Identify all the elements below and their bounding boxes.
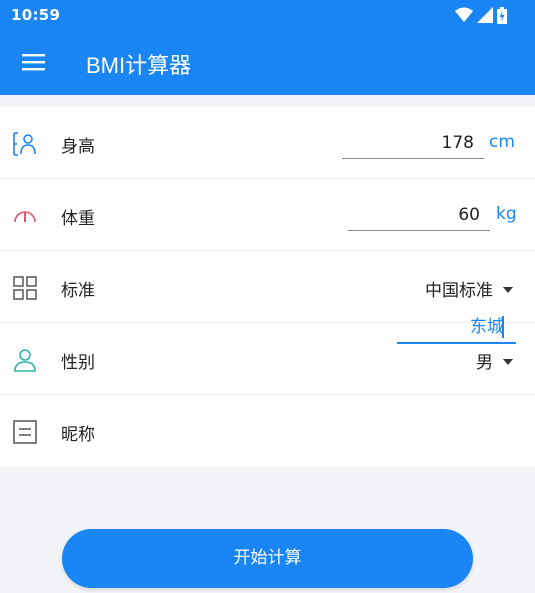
document-icon: [13, 420, 37, 444]
grid-icon: [13, 276, 37, 300]
chevron-down-icon: [503, 358, 513, 365]
weight-input[interactable]: 60: [348, 199, 490, 231]
app-bar: 10:59 BMI计算器: [0, 0, 535, 95]
weight-row: 体重 60 kg: [0, 179, 535, 251]
height-input[interactable]: 178: [342, 127, 484, 159]
gauge-icon: [14, 211, 36, 223]
height-label: 身高: [61, 137, 95, 157]
status-time: 10:59: [11, 6, 61, 24]
status-icons: [455, 6, 507, 24]
chevron-down-icon: [503, 286, 513, 293]
menu-icon[interactable]: [22, 52, 46, 72]
gender-value: 男: [476, 353, 493, 373]
nickname-label: 昵称: [61, 425, 95, 445]
wifi-icon: [455, 7, 473, 22]
status-bar: 10:59: [0, 0, 535, 30]
text-cursor: [502, 316, 504, 338]
standard-value: 中国标准: [425, 281, 493, 301]
height-person-icon: [13, 132, 36, 156]
signal-icon: [477, 7, 493, 23]
calculate-button[interactable]: 开始计算: [62, 529, 473, 588]
standard-dropdown[interactable]: 中国标准: [425, 276, 513, 301]
nickname-value: 东城: [470, 317, 504, 337]
standard-label: 标准: [61, 281, 95, 301]
nickname-input[interactable]: 东城: [397, 310, 516, 344]
bmi-form: 身高 178 cm 体重 60 kg 标准 中国标准 性别 男 昵称: [0, 107, 535, 467]
battery-icon: [497, 6, 507, 24]
weight-label: 体重: [61, 209, 95, 229]
page-title: BMI计算器: [86, 53, 192, 78]
gender-label: 性别: [61, 353, 95, 373]
person-icon: [14, 349, 36, 372]
height-unit: cm: [489, 132, 515, 152]
weight-unit: kg: [496, 204, 517, 224]
height-row: 身高 178 cm: [0, 107, 535, 179]
nickname-row: 昵称: [0, 395, 535, 467]
gender-dropdown[interactable]: 男: [476, 348, 513, 373]
